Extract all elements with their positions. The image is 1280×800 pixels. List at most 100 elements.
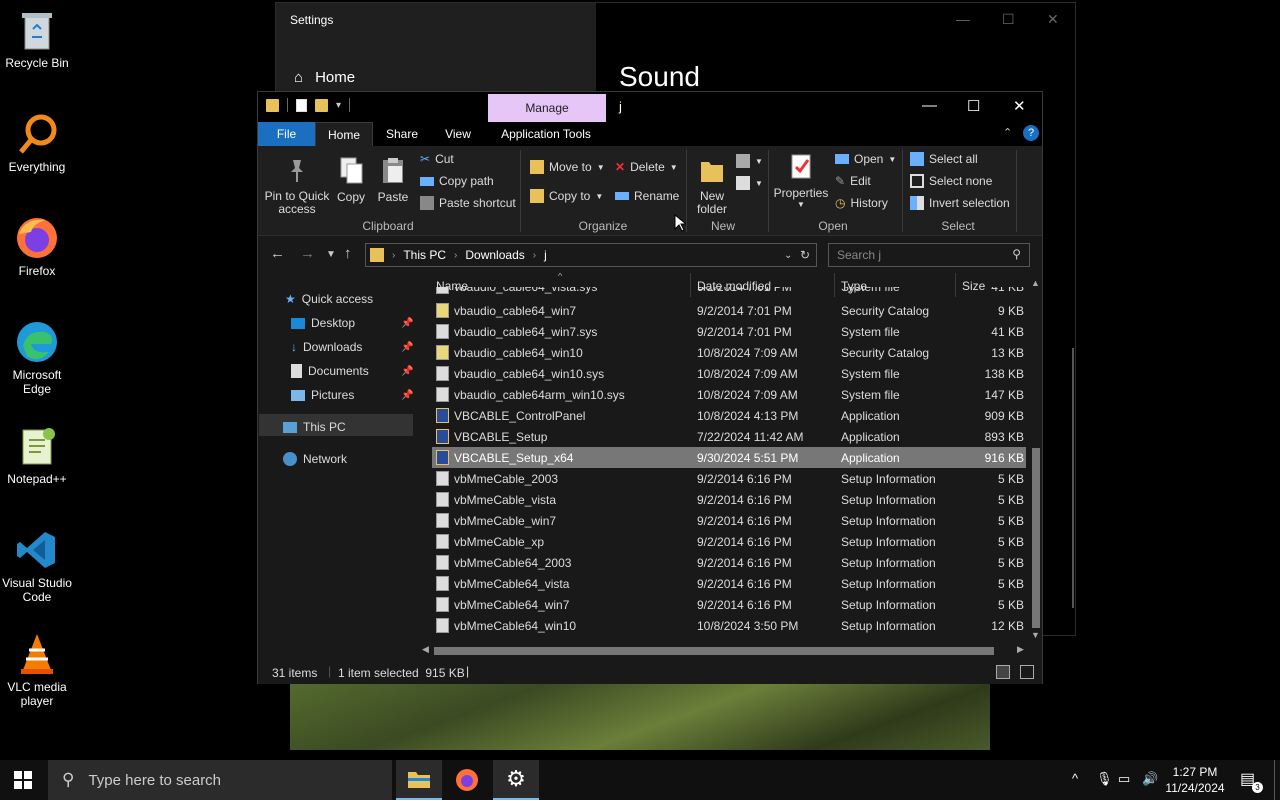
desktop-icon-recycle-bin[interactable]: Recycle Bin [2,8,72,70]
file-row[interactable]: vbaudio_cable64_win10 10/8/2024 7:09 AM Se… [432,342,1026,363]
help-icon[interactable]: ? [1023,125,1039,141]
scroll-up-icon[interactable]: ▲ [1031,278,1040,288]
tab-application-tools[interactable]: Application Tools [490,122,602,146]
minimize-icon[interactable]: — [956,11,970,27]
tab-share[interactable]: Share [378,122,426,146]
show-desktop-button[interactable] [1274,760,1275,800]
back-arrow-icon[interactable]: ← [270,245,285,262]
search-input[interactable]: Search j ⚲ [828,243,1030,267]
large-icons-view-icon[interactable] [1020,665,1034,679]
show-hidden-icons-chevron[interactable]: ^ [1072,771,1078,786]
forward-arrow-icon[interactable]: → [300,245,315,262]
tab-home[interactable]: Home [315,122,373,146]
pin-icon[interactable]: 📌 [401,342,413,353]
file-row[interactable]: vbMmeCable64_vista 9/2/2014 6:16 PM Setup … [432,573,1026,594]
nav-network[interactable]: Network [283,452,347,466]
file-row[interactable]: vbaudio_cable64_win7 9/2/2014 7:01 PM Secu… [432,300,1026,321]
details-view-icon[interactable] [996,665,1010,679]
customize-qat-icon[interactable]: ▾ [336,100,341,111]
network-status-icon[interactable]: ▭ [1118,771,1130,787]
pin-icon[interactable]: 📌 [401,366,413,377]
new-folder-button[interactable]: New folder [692,156,732,216]
file-row[interactable]: vbMmeCable64_win7 9/2/2014 6:16 PM Setup I… [432,594,1026,615]
nav-desktop[interactable]: Desktop [291,316,355,330]
taskbar-settings[interactable]: ⚙ [493,760,539,800]
taskbar-file-explorer[interactable] [396,760,442,800]
new-item-button[interactable]: ▼ [736,154,763,168]
scroll-right-icon[interactable]: ▶ [1017,644,1024,655]
scroll-left-icon[interactable]: ◀ [422,644,429,655]
copy-path-button[interactable]: Copy path [420,174,494,188]
horizontal-scrollbar[interactable]: ◀ ▶ [421,643,1031,659]
cut-button[interactable]: ✂ Cut [420,152,454,166]
properties-button[interactable]: Properties ▼ [772,152,830,209]
copy-button[interactable]: Copy [336,156,366,204]
refresh-icon[interactable]: ↻ [800,248,810,262]
desktop-icon-notepadpp[interactable]: Notepad++ [2,424,72,486]
address-dropdown-icon[interactable]: ⌄ [784,250,792,261]
scroll-thumb[interactable] [1032,448,1040,628]
file-row[interactable]: VBCABLE_ControlPanel 10/8/2024 4:13 PM App… [432,405,1026,426]
rename-button[interactable]: Rename [615,189,679,203]
paste-button[interactable]: Paste [376,156,410,204]
file-row[interactable]: VBCABLE_Setup 7/22/2024 11:42 AM Applicati… [432,426,1026,447]
scroll-down-icon[interactable]: ▼ [1031,630,1040,640]
close-icon[interactable]: ✕ [1013,97,1026,115]
desktop-icon-firefox[interactable]: Firefox [2,216,72,278]
maximize-icon[interactable]: ☐ [967,97,980,115]
file-row[interactable]: vbMmeCable_xp 9/2/2014 6:16 PM Setup Infor… [432,531,1026,552]
volume-icon[interactable]: 🔊 [1142,771,1158,787]
breadcrumb-this-pc[interactable]: This PC [403,248,446,262]
breadcrumb-j[interactable]: j [544,248,547,262]
file-row[interactable]: vbMmeCable64_win10 10/8/2024 3:50 PM Setup… [432,615,1026,636]
select-none-button[interactable]: Select none [910,174,992,188]
clock[interactable]: 1:27 PM 11/24/2024 [1163,764,1227,796]
manage-context-tab[interactable]: Manage [488,94,606,122]
desktop-icon-vlc[interactable]: VLC media player [2,632,72,708]
desktop-icon-everything[interactable]: Everything [2,112,72,174]
start-button[interactable] [0,760,46,800]
scroll-thumb[interactable] [434,647,994,655]
collapse-ribbon-icon[interactable]: ⌃ [1003,126,1012,139]
taskbar-search-box[interactable]: ⚲ Type here to search [48,760,392,800]
file-row[interactable]: vbaudio_cable64_win7.sys 9/2/2014 7:01 PM… [432,321,1026,342]
microphone-icon[interactable]: 🎙 [1096,771,1113,787]
vertical-scrollbar[interactable]: ▲ ▼ [1029,278,1043,640]
pin-icon[interactable]: 📌 [401,390,413,401]
copy-to-button[interactable]: Copy to ▼ [530,189,603,203]
paste-shortcut-button[interactable]: Paste shortcut [420,196,516,210]
maximize-icon[interactable]: ☐ [1002,11,1015,28]
invert-selection-button[interactable]: Invert selection [910,196,1010,210]
pin-icon[interactable]: 📌 [401,318,413,329]
file-row[interactable]: vbMmeCable64_2003 9/2/2014 6:16 PM Setup I… [432,552,1026,573]
nav-quick-access[interactable]: ★ Quick access [285,292,373,306]
move-to-button[interactable]: Move to ▼ [530,160,605,174]
nav-pictures[interactable]: Pictures [291,388,354,402]
up-arrow-icon[interactable]: ↑ [344,245,352,262]
desktop-icon-edge[interactable]: Microsoft Edge [2,320,72,396]
address-bar[interactable]: › This PC › Downloads › j ⌄ ↻ [365,243,817,267]
tab-file[interactable]: File [258,122,315,146]
pin-to-quick-access-button[interactable]: Pin to Quick access [264,156,330,216]
breadcrumb-downloads[interactable]: Downloads [465,248,524,262]
new-folder-qat-icon[interactable] [315,98,328,112]
title-bar[interactable]: ▾ Manage j — ☐ ✕ [258,92,1042,122]
nav-documents[interactable]: Documents [291,364,369,378]
file-row[interactable]: vbMmeCable_vista 9/2/2014 6:16 PM Setup In… [432,489,1026,510]
open-button[interactable]: Open ▼ [835,152,896,166]
file-row[interactable]: vbaudio_cable64_win10.sys 10/8/2024 7:09 … [432,363,1026,384]
settings-home-link[interactable]: ⌂ Home [294,69,355,86]
close-icon[interactable]: ✕ [1047,11,1059,28]
taskbar-firefox[interactable] [444,760,490,800]
history-button[interactable]: ◷ History [835,196,888,210]
file-row[interactable]: vbMmeCable_win7 9/2/2014 6:16 PM Setup Inf… [432,510,1026,531]
tab-view[interactable]: View [434,122,482,146]
easy-access-button[interactable]: ▼ [736,176,763,190]
file-row[interactable]: vbMmeCable_2003 9/2/2014 6:16 PM Setup Inf… [432,468,1026,489]
file-row[interactable]: vbaudio_cable64arm_win10.sys 10/8/2024 7:… [432,384,1026,405]
settings-scrollbar[interactable] [1072,348,1074,608]
recent-locations-icon[interactable]: ▼ [326,249,336,260]
nav-downloads[interactable]: ↓ Downloads [291,340,362,354]
delete-button[interactable]: ✕ Delete ▼ [615,160,678,174]
file-row[interactable]: VBCABLE_Setup_x64 9/30/2024 5:51 PM Applic… [432,447,1026,468]
